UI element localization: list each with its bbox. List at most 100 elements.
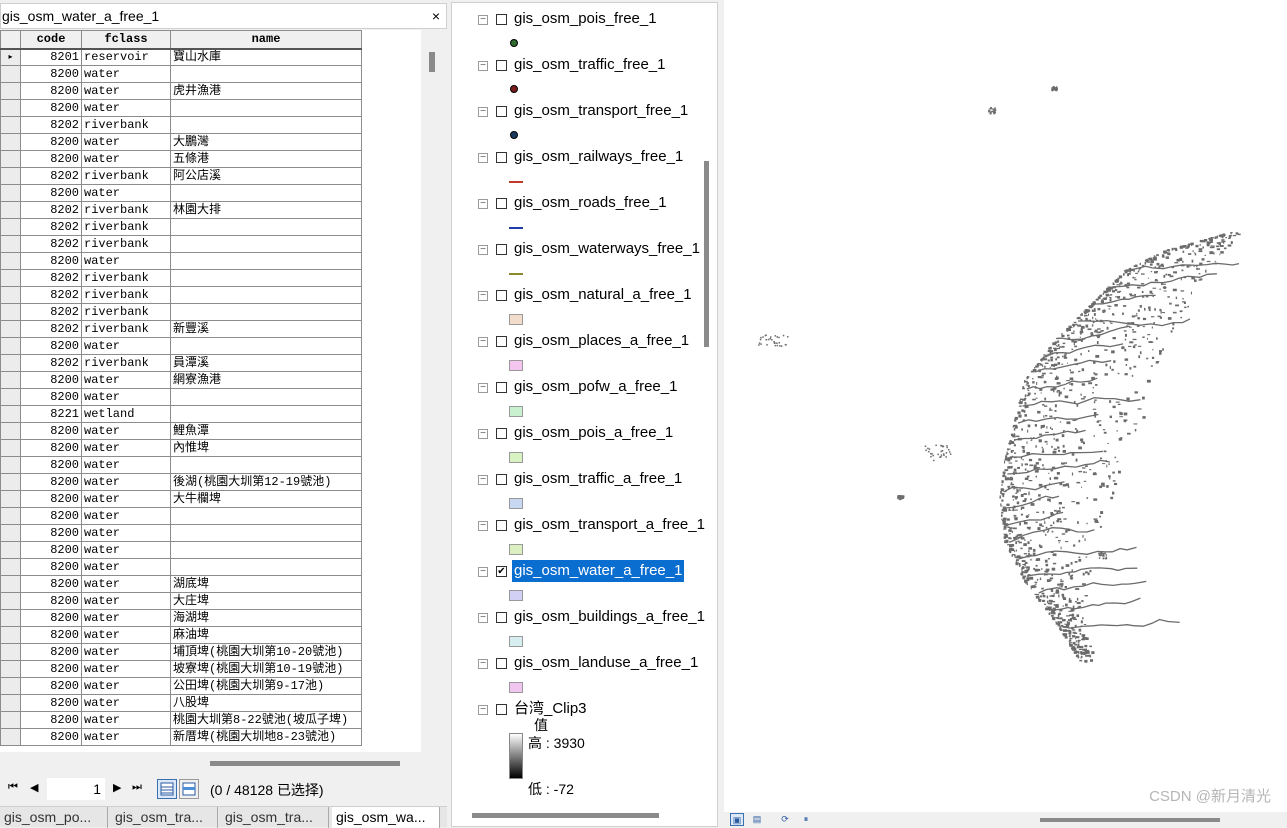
cell-fclass[interactable]: riverbank <box>81 218 171 236</box>
scrollbar-thumb[interactable] <box>210 761 400 766</box>
row-selector[interactable] <box>0 201 21 219</box>
cell-name[interactable]: 網寮漁港 <box>170 371 362 389</box>
collapse-icon[interactable]: − <box>478 705 488 715</box>
layer-name[interactable]: gis_osm_buildings_a_free_1 <box>512 606 707 628</box>
cell-code[interactable]: 8200 <box>20 677 82 695</box>
layer-name[interactable]: gis_osm_pofw_a_free_1 <box>512 376 679 398</box>
cell-name[interactable] <box>170 388 362 406</box>
grid-vertical-scrollbar[interactable] <box>421 30 447 752</box>
table-row[interactable]: 8200 water 海湖埤 <box>0 609 362 627</box>
table-row[interactable]: 8202 riverbank <box>0 116 362 134</box>
row-selector[interactable] <box>0 422 21 440</box>
row-selector[interactable] <box>0 558 21 576</box>
layer-visibility-checkbox[interactable] <box>496 60 507 71</box>
cell-name[interactable] <box>170 405 362 423</box>
toc-layer[interactable]: − gis_osm_roads_free_1 <box>452 191 702 237</box>
cell-code[interactable]: 8200 <box>20 507 82 525</box>
table-row[interactable]: 8221 wetland <box>0 405 362 423</box>
cell-code[interactable]: 8200 <box>20 337 82 355</box>
column-header-fclass[interactable]: fclass <box>81 30 171 50</box>
collapse-icon[interactable]: − <box>478 245 488 255</box>
table-row[interactable]: 8200 water 湖底埤 <box>0 575 362 593</box>
row-selector[interactable] <box>0 65 21 83</box>
cell-name[interactable]: 新厝埤(桃園大圳地8-23號池) <box>170 728 362 746</box>
cell-fclass[interactable]: water <box>81 371 171 389</box>
cell-code[interactable]: 8200 <box>20 711 82 729</box>
table-row[interactable]: 8200 water <box>0 184 362 202</box>
table-row[interactable]: 8200 water 網寮漁港 <box>0 371 362 389</box>
layer-visibility-checkbox[interactable] <box>496 382 507 393</box>
toc-layer[interactable]: − gis_osm_places_a_free_1 <box>452 329 702 375</box>
cell-fclass[interactable]: water <box>81 694 171 712</box>
cell-name[interactable] <box>170 524 362 542</box>
cell-fclass[interactable]: riverbank <box>81 286 171 304</box>
collapse-icon[interactable]: − <box>478 15 488 25</box>
table-row[interactable]: 8202 riverbank <box>0 218 362 236</box>
row-selector[interactable] <box>0 507 21 525</box>
cell-fclass[interactable]: water <box>81 473 171 491</box>
toc-layer[interactable]: − gis_osm_natural_a_free_1 <box>452 283 702 329</box>
cell-fclass[interactable]: water <box>81 609 171 627</box>
cell-fclass[interactable]: riverbank <box>81 320 171 338</box>
cell-name[interactable] <box>170 541 362 559</box>
cell-name[interactable] <box>170 65 362 83</box>
row-selector[interactable] <box>0 354 21 372</box>
layer-name[interactable]: gis_osm_places_a_free_1 <box>512 330 691 352</box>
refresh-icon[interactable]: ⟳ <box>778 813 792 826</box>
previous-record-icon[interactable]: ◀ <box>30 781 38 794</box>
toc-horizontal-scrollbar[interactable] <box>472 813 659 818</box>
row-selector[interactable] <box>0 371 21 389</box>
cell-fclass[interactable]: riverbank <box>81 167 171 185</box>
cell-fclass[interactable]: riverbank <box>81 303 171 321</box>
cell-code[interactable]: 8202 <box>20 218 82 236</box>
layer-visibility-checkbox[interactable] <box>496 704 507 715</box>
cell-code[interactable]: 8200 <box>20 65 82 83</box>
table-row[interactable]: 8200 water <box>0 507 362 525</box>
table-row[interactable]: 8200 water 桃園大圳第8-22號池(坡瓜子埤) <box>0 711 362 729</box>
collapse-icon[interactable]: − <box>478 659 488 669</box>
cell-code[interactable]: 8200 <box>20 99 82 117</box>
row-selector[interactable] <box>0 82 21 100</box>
cell-fclass[interactable]: water <box>81 626 171 644</box>
layer-name[interactable]: gis_osm_pois_free_1 <box>512 8 659 30</box>
row-selector[interactable] <box>0 677 21 695</box>
cell-code[interactable]: 8200 <box>20 184 82 202</box>
grid-horizontal-scrollbar[interactable] <box>0 752 447 772</box>
row-selector[interactable] <box>0 218 21 236</box>
row-selector[interactable] <box>0 303 21 321</box>
row-selector[interactable] <box>0 439 21 457</box>
toc-layer[interactable]: − gis_osm_traffic_free_1 <box>452 53 702 99</box>
cell-name[interactable] <box>170 456 362 474</box>
cell-fclass[interactable]: riverbank <box>81 354 171 372</box>
row-selector[interactable] <box>0 405 21 423</box>
table-tab-transport[interactable]: gis_osm_tra... <box>221 807 329 828</box>
cell-code[interactable]: 8200 <box>20 728 82 746</box>
cell-fclass[interactable]: water <box>81 711 171 729</box>
cell-fclass[interactable]: water <box>81 82 171 100</box>
table-row[interactable]: 8200 water 後湖(桃園大圳第12-19號池) <box>0 473 362 491</box>
cell-code[interactable]: 8202 <box>20 235 82 253</box>
layer-visibility-checkbox[interactable] <box>496 428 507 439</box>
table-row[interactable]: 8200 water 虎井漁港 <box>0 82 362 100</box>
cell-fclass[interactable]: riverbank <box>81 235 171 253</box>
cell-name[interactable]: 阿公店溪 <box>170 167 362 185</box>
row-selector[interactable] <box>0 711 21 729</box>
cell-code[interactable]: 8200 <box>20 660 82 678</box>
layer-name[interactable]: gis_osm_roads_free_1 <box>512 192 669 214</box>
scrollbar-thumb[interactable] <box>429 52 435 72</box>
cell-code[interactable]: 8200 <box>20 371 82 389</box>
row-selector[interactable] <box>0 269 21 287</box>
cell-code[interactable]: 8202 <box>20 303 82 321</box>
toc-layer[interactable]: − gis_osm_transport_a_free_1 <box>452 513 705 559</box>
row-selector[interactable] <box>0 150 21 168</box>
cell-fclass[interactable]: water <box>81 660 171 678</box>
cell-fclass[interactable]: water <box>81 643 171 661</box>
collapse-icon[interactable]: − <box>478 199 488 209</box>
table-row[interactable]: 8200 water <box>0 99 362 117</box>
collapse-icon[interactable]: − <box>478 61 488 71</box>
cell-code[interactable]: 8200 <box>20 541 82 559</box>
row-selector[interactable] <box>0 456 21 474</box>
collapse-icon[interactable]: − <box>478 475 488 485</box>
cell-fclass[interactable]: reservoir <box>81 48 171 66</box>
collapse-icon[interactable]: − <box>478 291 488 301</box>
